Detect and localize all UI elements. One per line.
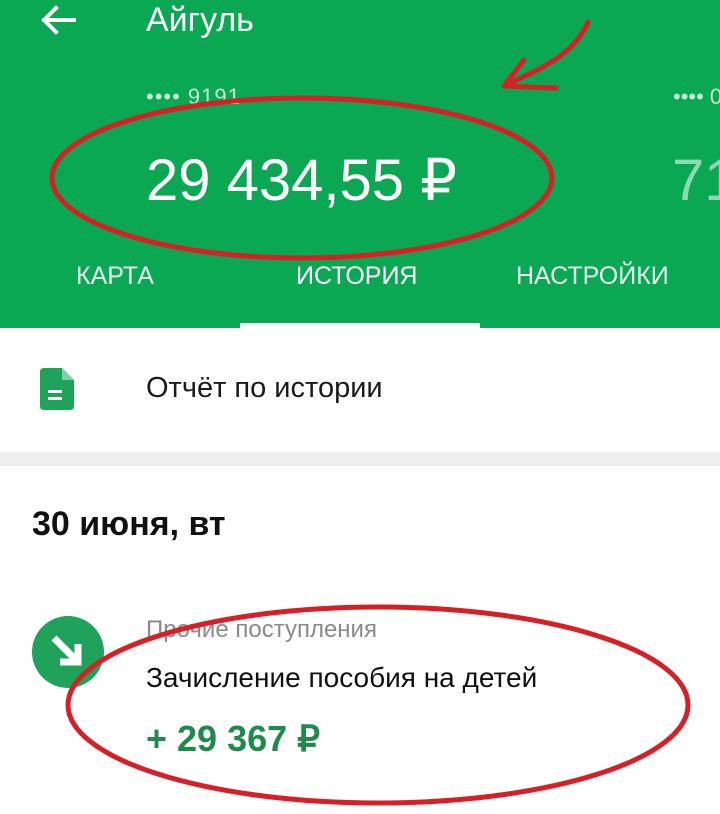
date-header: 30 июня, вт	[32, 505, 226, 543]
transaction-description: Зачисление пособия на детей	[146, 662, 538, 693]
back-button[interactable]	[36, 0, 80, 40]
transaction-category: Прочие поступления	[146, 616, 377, 643]
tab-card[interactable]: КАРТА	[76, 262, 154, 291]
tab-settings[interactable]: НАСТРОЙКИ	[516, 262, 669, 291]
document-icon	[40, 368, 74, 410]
history-report-row[interactable]: Отчёт по истории	[0, 328, 720, 452]
card-balance[interactable]: 29 434,55 ₽	[146, 148, 457, 214]
card-number: •••• 9191	[146, 84, 241, 109]
next-card-balance[interactable]: 71	[672, 148, 720, 214]
transaction-amount: + 29 367 ₽	[146, 718, 321, 759]
incoming-arrow-icon	[32, 616, 104, 688]
account-header: Айгуль •••• 9191 29 434,55 ₽ •••• 0 71 К…	[0, 0, 720, 328]
section-divider	[0, 452, 720, 466]
next-card-number: •••• 0	[673, 84, 720, 109]
arrow-left-icon	[41, 5, 76, 35]
history-report-label: Отчёт по истории	[146, 372, 383, 404]
page-title: Айгуль	[146, 1, 254, 39]
tab-history[interactable]: ИСТОРИЯ	[296, 262, 417, 291]
